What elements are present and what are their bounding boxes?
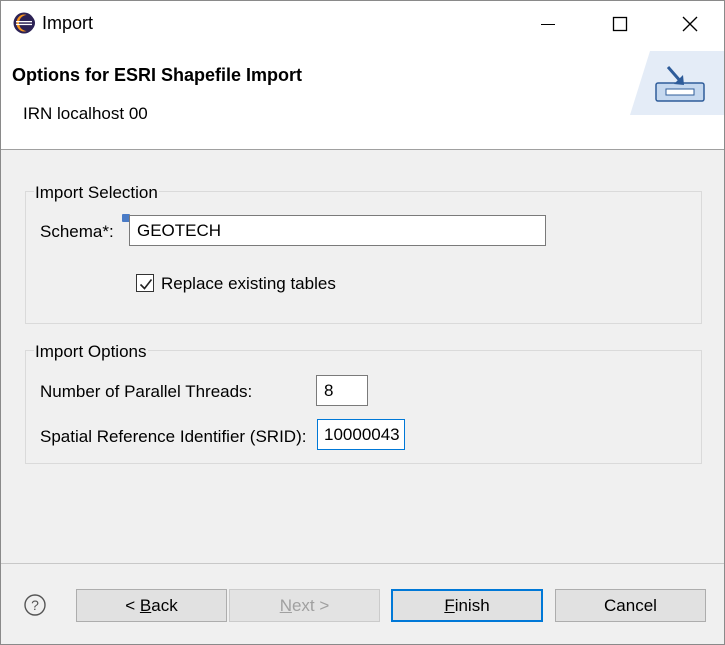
svg-text:?: ? <box>31 597 39 613</box>
back-button[interactable]: < Back <box>76 589 227 622</box>
maximize-icon <box>612 16 628 32</box>
eclipse-app-icon <box>13 12 35 34</box>
window-title: Import <box>42 13 94 33</box>
replace-existing-tables-label[interactable]: Replace existing tables <box>161 274 336 294</box>
parallel-threads-input[interactable] <box>316 375 368 406</box>
import-selection-group: Import Selection Schema*: Replace existi… <box>25 183 702 324</box>
cancel-button[interactable]: Cancel <box>555 589 706 622</box>
schema-input[interactable] <box>129 215 546 246</box>
page-title: Options for ESRI Shapefile Import <box>12 65 303 85</box>
import-options-group: Import Options Number of Parallel Thread… <box>25 342 702 464</box>
checkmark-icon <box>139 279 153 290</box>
srid-label: Spatial Reference Identifier (SRID): <box>40 427 307 446</box>
title-bar: Import <box>1 1 724 47</box>
next-mnemonic: N <box>279 596 292 615</box>
finish-button[interactable]: Finish <box>391 589 543 622</box>
import-dialog: Import Options for ESRI Shapefile Import… <box>0 0 725 645</box>
finish-mnemonic: F <box>444 596 455 615</box>
close-icon <box>682 16 698 32</box>
minimize-icon <box>541 24 555 25</box>
import-wizard-banner-icon <box>630 51 724 115</box>
back-rest: ack <box>151 596 178 615</box>
help-icon[interactable]: ? <box>24 594 46 616</box>
replace-existing-tables-checkbox[interactable] <box>136 274 154 292</box>
minimize-button[interactable] <box>525 1 571 47</box>
schema-label: Schema*: <box>40 222 114 241</box>
back-prefix: < <box>125 596 140 615</box>
page-subtitle: IRN localhost 00 <box>23 104 148 123</box>
finish-rest: inish <box>454 596 490 615</box>
close-button[interactable] <box>667 1 713 47</box>
import-options-title: Import Options <box>34 342 148 362</box>
back-mnemonic: B <box>139 596 152 615</box>
footer-separator <box>1 563 724 564</box>
srid-input[interactable] <box>317 419 405 450</box>
import-selection-title: Import Selection <box>34 183 159 203</box>
next-button[interactable]: Next > <box>229 589 380 622</box>
maximize-button[interactable] <box>597 1 643 47</box>
next-rest: ext > <box>291 596 330 615</box>
parallel-threads-label: Number of Parallel Threads: <box>40 382 253 401</box>
wizard-header: Options for ESRI Shapefile Import IRN lo… <box>1 47 724 150</box>
